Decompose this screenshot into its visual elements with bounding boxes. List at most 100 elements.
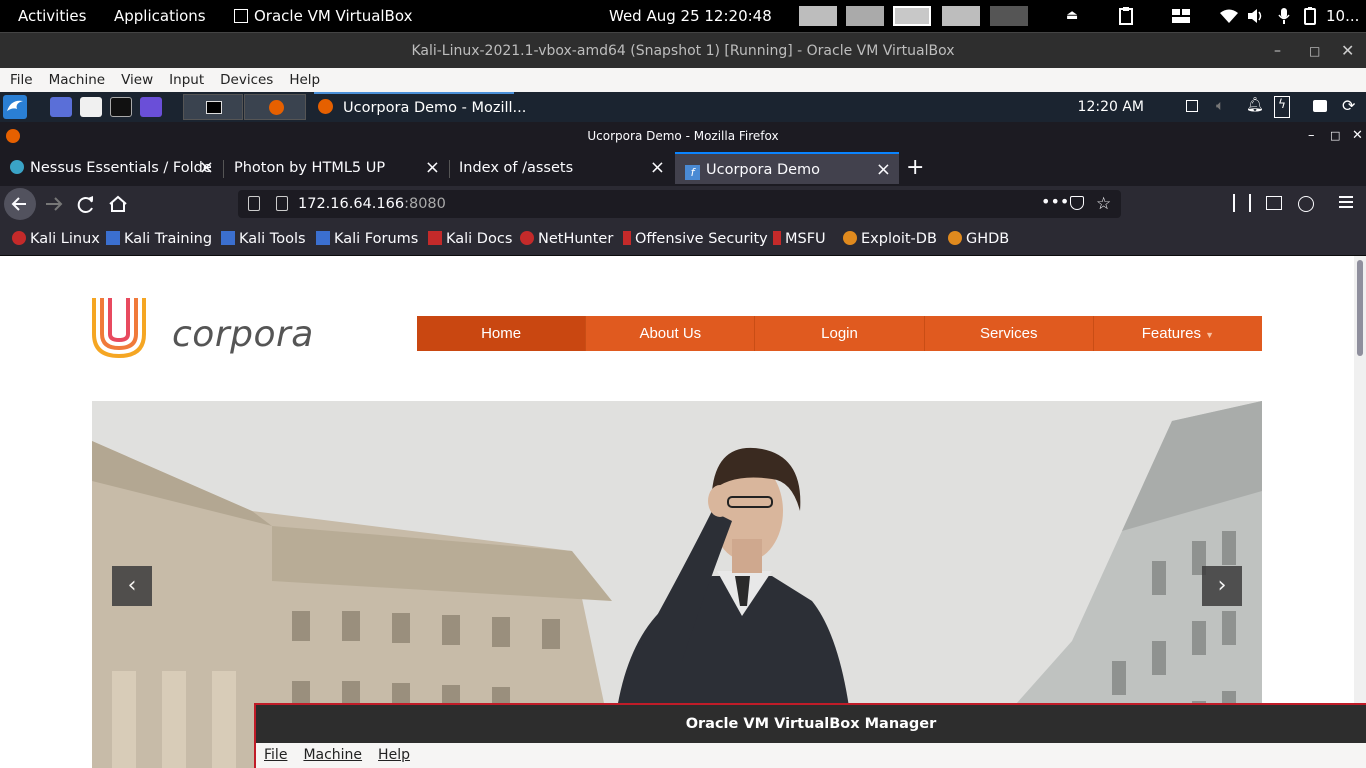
battery-percentage[interactable]: 10... xyxy=(1326,0,1359,32)
wifi-icon[interactable] xyxy=(1220,0,1238,32)
bookmark-kali-docs[interactable]: Kali Docs xyxy=(428,222,512,256)
nav-login[interactable]: Login xyxy=(755,316,925,351)
minimize-button[interactable]: – xyxy=(1274,33,1281,69)
page-scrollbar[interactable] xyxy=(1354,256,1366,768)
menu-devices[interactable]: Devices xyxy=(210,68,279,92)
bookmark-msfu[interactable]: MSFU xyxy=(773,222,826,256)
nav-home[interactable]: Home xyxy=(417,316,587,351)
terminal-icon[interactable] xyxy=(110,97,132,117)
tab-close-icon[interactable]: × xyxy=(199,152,214,184)
lock-icon[interactable] xyxy=(1313,100,1327,112)
tab-nessus[interactable]: Nessus Essentials / Folde × xyxy=(0,152,222,184)
focused-app-menu[interactable]: Oracle VM VirtualBox xyxy=(234,0,412,32)
kali-linux-icon xyxy=(12,231,26,245)
bookmark-nethunter[interactable]: NetHunter xyxy=(520,222,613,256)
tab-photon[interactable]: Photon by HTML5 UP × xyxy=(224,152,448,184)
nav-about-us[interactable]: About Us xyxy=(586,316,756,351)
ff-maximize-button[interactable]: □ xyxy=(1330,122,1340,150)
carousel-next-button[interactable]: › xyxy=(1202,566,1242,606)
task-firefox[interactable] xyxy=(244,94,306,120)
hamburger-menu-icon[interactable] xyxy=(1339,196,1353,208)
new-tab-button[interactable]: + xyxy=(906,152,924,184)
ff-close-button[interactable]: ✕ xyxy=(1352,122,1363,150)
pocket-icon[interactable] xyxy=(1070,196,1084,210)
site-logo[interactable]: corpora xyxy=(92,296,313,362)
workspace-3[interactable] xyxy=(893,6,931,26)
tracking-shield-icon[interactable] xyxy=(248,196,260,211)
workspace-2[interactable] xyxy=(846,6,884,26)
insecure-lock-icon[interactable] xyxy=(276,196,288,211)
notifications-icon[interactable]: 🔔︎ xyxy=(1246,97,1264,113)
tab-close-icon[interactable]: × xyxy=(876,154,891,184)
reload-icon[interactable] xyxy=(74,188,98,220)
clock[interactable]: Wed Aug 25 12:20:48 xyxy=(609,0,772,32)
workspace-1[interactable] xyxy=(799,6,837,26)
account-icon[interactable] xyxy=(1298,196,1314,212)
nav-services[interactable]: Services xyxy=(925,316,1094,351)
applications-menu[interactable]: Applications xyxy=(114,0,206,32)
maximize-button[interactable]: □ xyxy=(1309,33,1320,69)
task-terminal[interactable] xyxy=(183,94,243,120)
vbm-menu-help[interactable]: Help xyxy=(370,743,418,768)
screenshot-icon[interactable] xyxy=(140,97,162,117)
workspace-switcher-icon[interactable] xyxy=(50,97,72,117)
bookmark-kali-tools[interactable]: Kali Tools xyxy=(221,222,306,256)
nav-features[interactable]: Features ▼ xyxy=(1094,316,1262,351)
exploit-db-icon xyxy=(843,231,857,245)
kali-training-icon xyxy=(106,231,120,245)
battery-icon[interactable] xyxy=(1304,0,1316,32)
page-actions-icon[interactable]: ••• xyxy=(1041,188,1069,216)
kali-menu-icon[interactable] xyxy=(3,95,27,119)
tab-close-icon[interactable]: × xyxy=(425,152,440,184)
workspace-5[interactable] xyxy=(990,6,1028,26)
bookmark-label: Kali Docs xyxy=(446,231,513,247)
task-firefox-window[interactable]: Ucorpora Demo - Mozill... xyxy=(314,92,526,122)
clipboard-icon[interactable] xyxy=(1119,0,1133,32)
vbm-menu-file[interactable]: File xyxy=(256,743,295,768)
file-manager-icon[interactable] xyxy=(80,97,102,117)
vbm-menubar: File Machine Help xyxy=(256,743,1366,768)
vbm-menu-machine[interactable]: Machine xyxy=(295,743,370,768)
tab-close-icon[interactable]: × xyxy=(650,152,665,184)
forward-button[interactable] xyxy=(40,188,68,220)
bookmark-label: NetHunter xyxy=(538,231,614,247)
menu-file[interactable]: File xyxy=(0,68,39,92)
carousel-prev-button[interactable]: ‹ xyxy=(112,566,152,606)
sidebar-icon[interactable] xyxy=(1266,196,1282,210)
muted-volume-icon[interactable]: 🔈︎ xyxy=(1216,98,1224,114)
vm-menubar: File Machine View Input Devices Help xyxy=(0,68,1366,92)
tab-index-assets[interactable]: Index of /assets × xyxy=(449,152,673,184)
microphone-icon[interactable] xyxy=(1278,0,1290,32)
bookmark-star-icon[interactable]: ☆ xyxy=(1096,190,1111,218)
scrollbar-thumb[interactable] xyxy=(1357,260,1363,356)
workspace-4[interactable] xyxy=(942,6,980,26)
tab-ucorpora[interactable]: f Ucorpora Demo × xyxy=(675,152,899,184)
bookmark-kali-training[interactable]: Kali Training xyxy=(106,222,212,256)
bookmark-kali-linux[interactable]: Kali Linux xyxy=(12,222,100,256)
bookmark-offensive-security[interactable]: Offensive Security xyxy=(623,222,768,256)
menu-help[interactable]: Help xyxy=(279,68,326,92)
display-icon[interactable] xyxy=(1186,100,1198,112)
virtualbox-manager-window[interactable]: Oracle VM VirtualBox Manager File Machine… xyxy=(254,703,1366,768)
home-icon[interactable] xyxy=(106,188,130,220)
vbm-titlebar[interactable]: Oracle VM VirtualBox Manager xyxy=(256,705,1366,743)
activities-button[interactable]: Activities xyxy=(18,0,86,32)
offsec-icon xyxy=(623,231,631,245)
logout-icon[interactable]: ⟳ xyxy=(1342,96,1355,115)
power-icon[interactable]: ϟ xyxy=(1274,96,1290,118)
volume-icon[interactable] xyxy=(1248,0,1264,32)
menu-view[interactable]: View xyxy=(111,68,159,92)
panel-clock[interactable]: 12:20 AM xyxy=(1078,92,1144,122)
bookmark-exploit-db[interactable]: Exploit-DB xyxy=(843,222,937,256)
ff-minimize-button[interactable]: – xyxy=(1308,122,1315,150)
url-bar[interactable]: 172.16.64.166:8080 ••• ☆ xyxy=(238,190,1121,218)
close-button[interactable]: ✕ xyxy=(1341,33,1354,69)
bookmark-ghdb[interactable]: GHDB xyxy=(948,222,1009,256)
library-icon[interactable] xyxy=(1233,194,1251,212)
bookmark-kali-forums[interactable]: Kali Forums xyxy=(316,222,418,256)
menu-input[interactable]: Input xyxy=(159,68,210,92)
window-layout-icon[interactable] xyxy=(1172,0,1190,32)
back-button[interactable] xyxy=(4,188,36,220)
menu-machine[interactable]: Machine xyxy=(39,68,112,92)
eject-icon[interactable]: ⏏ xyxy=(1066,0,1078,32)
